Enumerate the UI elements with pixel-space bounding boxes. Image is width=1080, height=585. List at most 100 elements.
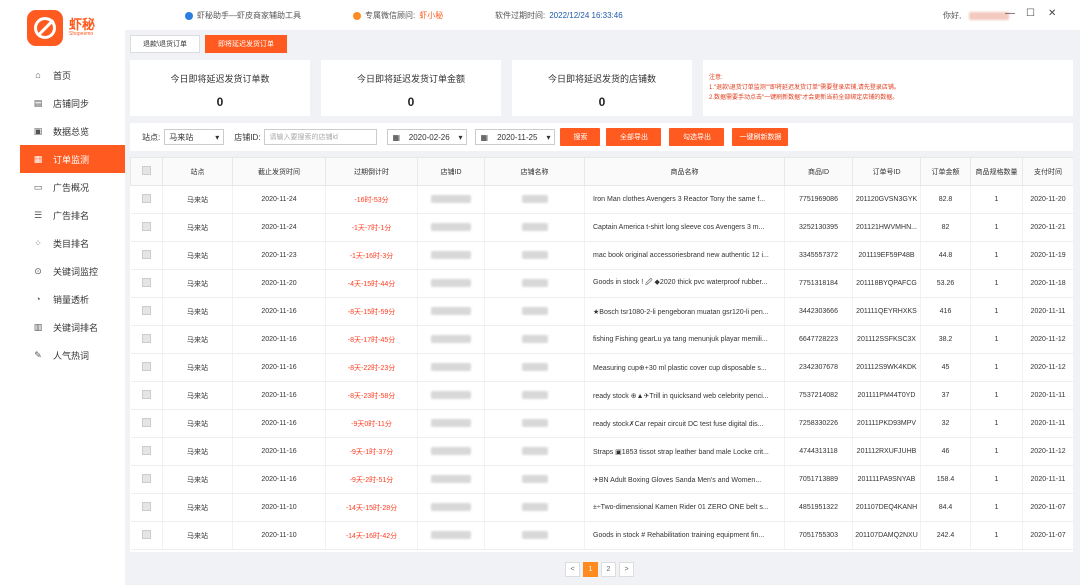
sidebar-item-7[interactable]: ⊙ 关键词监控 xyxy=(20,257,125,285)
table-row[interactable]: 马来站 2020-11-16 -9天-2时-51分 ✈BN Adult Boxing … xyxy=(130,465,1073,494)
row-checkbox[interactable] xyxy=(130,437,163,466)
table-row[interactable]: 马来站 2020-11-20 -4天-15时-44分 Goods in stock !… xyxy=(130,269,1073,298)
calendar-icon: ▦ xyxy=(392,132,401,142)
cell-order-id: 201107DEQ4KANH xyxy=(852,493,921,522)
row-checkbox[interactable] xyxy=(130,241,163,270)
cell-site: 马来站 xyxy=(162,213,233,242)
sidebar-item-5[interactable]: ☰ 广告排名 xyxy=(20,201,125,229)
tab-refund-orders[interactable]: 退款\退货订单 xyxy=(130,35,200,53)
row-checkbox[interactable] xyxy=(130,325,163,354)
cell-product-name: fishing Fishing gearLu ya tang menunjuk … xyxy=(584,325,785,354)
start-date-picker[interactable]: ▦ 2020-02-26 ▾ xyxy=(387,129,468,145)
redacted-value xyxy=(521,446,548,455)
table-row[interactable]: 马来站 2020-11-16 -8天-23时-58分 ready stock ⊕▲✈T… xyxy=(130,381,1073,410)
table-row[interactable]: 马来站 2020-11-10 -14天-15时-28分 ±÷Two-dimension… xyxy=(130,493,1073,522)
maximize-icon[interactable]: ☐ xyxy=(1026,8,1035,19)
search-button[interactable]: 搜索 xyxy=(560,128,601,146)
row-checkbox[interactable] xyxy=(130,521,163,550)
target-icon: ⊙ xyxy=(34,265,42,276)
select-all-checkbox[interactable] xyxy=(130,157,163,186)
cell-pay-time: 2020-11-18 xyxy=(1022,269,1073,298)
sidebar-item-0[interactable]: ⌂ 首页 xyxy=(20,61,125,89)
cell-deadline: 2020-11-10 xyxy=(232,521,326,550)
cell-shop-id xyxy=(417,185,485,214)
sidebar-item-8[interactable]: ◔ 销量透析 xyxy=(20,285,125,313)
cell-shop-id xyxy=(417,269,485,298)
table-row[interactable]: 马来站 2020-11-16 -9天-1时-37分 Straps ▣1853 tiss… xyxy=(130,437,1073,466)
sidebar-item-9[interactable]: ▥ 关键词排名 xyxy=(20,313,125,341)
redacted-value xyxy=(521,474,548,483)
row-checkbox[interactable] xyxy=(130,409,163,438)
stat-label: 今日即将延迟发货订单数 xyxy=(170,74,270,84)
stat-order-count: 今日即将延迟发货订单数 0 xyxy=(130,60,310,116)
cell-product-name: Iron Man clothes Avengers 3 Reactor Tony… xyxy=(584,185,785,214)
cell-order-amount: 416 xyxy=(920,297,971,326)
username-blurred xyxy=(969,11,1010,20)
page-1-button[interactable]: 1 xyxy=(583,562,598,577)
cell-order-id: 201118BYQPAFCG xyxy=(852,269,921,298)
table-row[interactable]: 马来站 2020-11-16 -8天-17时-45分 fishing Fishing … xyxy=(130,325,1073,354)
cell-order-id: 201111PKD93MPV xyxy=(852,409,921,438)
prev-page-button[interactable]: < xyxy=(565,562,580,577)
pagination: < 1 2 > xyxy=(565,562,634,577)
sidebar-item-10[interactable]: ✎ 人气热词 xyxy=(20,341,125,369)
export-all-button[interactable]: 全部导出 xyxy=(606,128,662,146)
row-checkbox[interactable] xyxy=(130,465,163,494)
redacted-value xyxy=(521,362,548,371)
row-checkbox[interactable] xyxy=(130,381,163,410)
row-checkbox[interactable] xyxy=(130,353,163,382)
cell-spec-qty: 1 xyxy=(970,325,1023,354)
cell-order-amount: 44.8 xyxy=(920,241,971,270)
table-row[interactable]: 马来站 2020-11-16 -8天-22时-23分 Measuring cup⊕+3… xyxy=(130,353,1073,382)
table-row[interactable]: 马来站 2020-11-10 -14天-16时-42分 Goods in stock … xyxy=(130,521,1073,550)
redacted-value xyxy=(521,250,548,259)
wechat-name[interactable]: 虾小秘 xyxy=(419,10,443,21)
close-icon[interactable]: ✕ xyxy=(1048,8,1056,19)
header-pay-time: 支付时间 xyxy=(1022,157,1073,186)
cell-product-id: 2342307678 xyxy=(784,353,853,382)
row-checkbox[interactable] xyxy=(130,269,163,298)
page-2-button[interactable]: 2 xyxy=(601,562,616,577)
shop-id-input[interactable]: 请输入要搜索的店铺id xyxy=(264,129,378,145)
table-row[interactable]: 马来站 2020-11-24 -1天-7时-1分 Captain America t-… xyxy=(130,213,1073,242)
sidebar-item-4[interactable]: ▭ 广告概况 xyxy=(20,173,125,201)
table-row[interactable]: 马来站 2020-11-23 -1天-16时-3分 mac book original… xyxy=(130,241,1073,270)
cell-shop-name xyxy=(484,297,585,326)
redacted-value xyxy=(521,418,548,427)
cell-shop-id xyxy=(417,213,485,242)
cell-countdown: -8天-23时-58分 xyxy=(325,381,418,410)
table-row[interactable]: 马来站 2020-11-16 -8天-15时-59分 ★Bosch tsr1080-2… xyxy=(130,297,1073,326)
redacted-value xyxy=(521,194,548,203)
row-checkbox[interactable] xyxy=(130,493,163,522)
titlebar: 虾秘助手—虾皮商家辅助工具 专属微信顾问: 虾小秘 软件过期时间: 2022/1… xyxy=(125,0,1080,30)
cell-product-name: Straps ▣1853 tissot strap leather band m… xyxy=(584,437,785,466)
table-row[interactable]: 马来站 2020-11-24 -16时-53分 Iron Man clothes Av… xyxy=(130,185,1073,214)
sidebar-item-2[interactable]: ▣ 数据总览 xyxy=(20,117,125,145)
export-checked-button[interactable]: 勾选导出 xyxy=(669,128,725,146)
header-shop-id: 店铺ID xyxy=(417,157,485,186)
order-icon: ▦ xyxy=(33,153,43,164)
cell-order-amount: 242.4 xyxy=(920,521,971,550)
sidebar-item-label: 关键词排名 xyxy=(53,322,99,333)
orders-table: 站点 截止发货时间 过期倒计时 店铺ID 店铺名称 商品名称 商品ID 订单号I… xyxy=(130,157,1073,552)
row-checkbox[interactable] xyxy=(130,213,163,242)
site-select[interactable]: 马来站 ▾ xyxy=(164,129,225,145)
header-site: 站点 xyxy=(162,157,233,186)
table-row[interactable]: 马来站 2020-11-16 -9天0时-11分 ready stock✗Car re… xyxy=(130,409,1073,438)
tab-delayed-orders[interactable]: 即将延迟发货订单 xyxy=(204,35,287,53)
sidebar-item-1[interactable]: ▤ 店铺同步 xyxy=(20,89,125,117)
row-checkbox[interactable] xyxy=(130,297,163,326)
end-date-picker[interactable]: ▦ 2020-11-25 ▾ xyxy=(475,129,556,145)
refresh-data-button[interactable]: 一键刷新数据 xyxy=(732,128,789,146)
header-spec-qty: 商品规格数量 xyxy=(970,157,1023,186)
cell-order-amount: 46 xyxy=(920,437,971,466)
row-checkbox[interactable] xyxy=(130,185,163,214)
next-page-button[interactable]: > xyxy=(619,562,634,577)
cell-deadline: 2020-11-16 xyxy=(232,437,326,466)
cell-shop-name xyxy=(484,409,585,438)
list-icon: ☰ xyxy=(33,209,43,220)
sidebar-item-6[interactable]: ⁘ 类目排名 xyxy=(20,229,125,257)
sidebar-item-3[interactable]: ▦ 订单监测 xyxy=(20,145,125,173)
minimize-icon[interactable]: — xyxy=(1005,8,1015,19)
cell-site: 马来站 xyxy=(162,521,233,550)
